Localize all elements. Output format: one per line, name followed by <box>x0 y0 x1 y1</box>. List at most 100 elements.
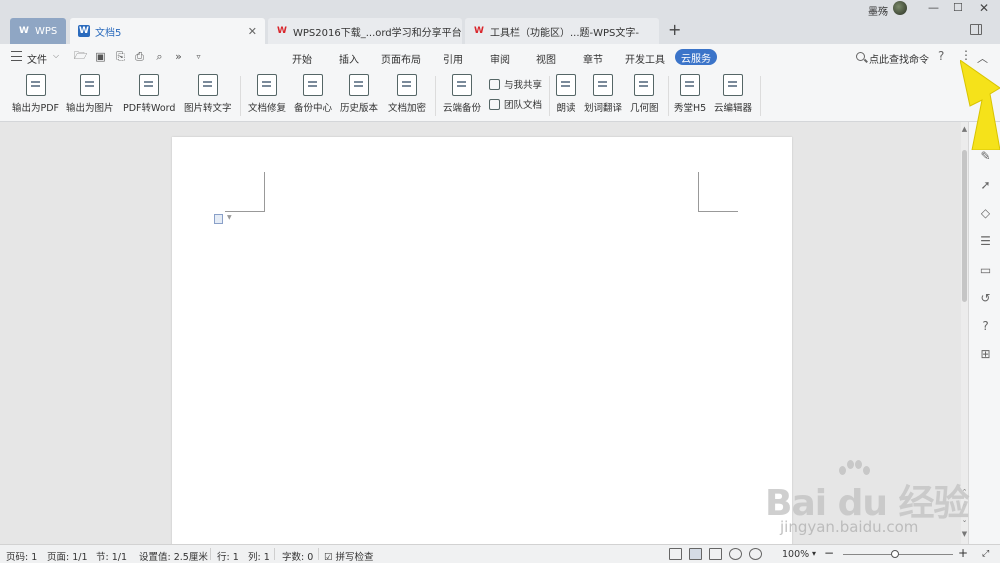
status-word-count[interactable]: 字数: 0 <box>282 549 313 563</box>
tab-references[interactable]: 引用 <box>443 51 463 66</box>
scrollbar-thumb[interactable] <box>962 150 967 302</box>
menu-file[interactable]: 文件 <box>27 51 47 66</box>
status-page-number[interactable]: 页码: 1 <box>6 549 37 563</box>
archive-icon[interactable]: ▭ <box>979 263 992 277</box>
tab-home[interactable]: 开始 <box>292 51 312 66</box>
scroll-down-icon[interactable]: ▼ <box>961 530 968 538</box>
fullscreen-icon[interactable] <box>669 548 682 560</box>
tab-cloud-service[interactable]: 云服务 <box>675 49 717 65</box>
user-name[interactable]: 墨殇 <box>868 3 888 18</box>
new-tab-button[interactable]: + <box>668 20 681 39</box>
geometry-button[interactable]: 几何图 <box>630 74 659 114</box>
tab-label: WPS <box>35 25 58 37</box>
paste-options-icon[interactable] <box>214 214 223 224</box>
print-icon[interactable]: ⎙ <box>133 50 146 63</box>
chevron-down-icon[interactable]: ▼ <box>227 214 232 221</box>
close-window-button[interactable]: ✕ <box>979 1 989 15</box>
status-row[interactable]: 行: 1 <box>217 549 239 563</box>
tab-chapter[interactable]: 章节 <box>583 51 603 66</box>
pointer-arrow-icon <box>960 60 1000 150</box>
zoom-in-button[interactable]: + <box>958 546 968 560</box>
zoom-level[interactable]: 100% <box>782 549 809 560</box>
zoom-dropdown-icon[interactable]: ▾ <box>812 549 816 558</box>
tab-developer[interactable]: 开发工具 <box>625 51 665 66</box>
word-translate-button[interactable]: 划词翻译 <box>584 74 622 114</box>
shared-with-me-button[interactable]: 与我共享 <box>489 77 542 91</box>
avatar[interactable] <box>893 1 907 15</box>
title-bar: W WPS W 文档5 ✕ W WPS2016下载_...ord学习和分享平台 … <box>0 0 1000 44</box>
ribbon-divider <box>549 76 550 116</box>
document-repair-button[interactable]: 文档修复 <box>248 74 286 114</box>
tab-review[interactable]: 审阅 <box>490 51 510 66</box>
export-pdf-icon[interactable]: ⎘ <box>114 50 127 63</box>
history-version-button[interactable]: 历史版本 <box>340 74 378 114</box>
shapes-icon[interactable]: ◇ <box>979 206 992 220</box>
customize-toolbar-icon[interactable]: ▿ <box>192 50 205 63</box>
read-aloud-button[interactable]: 朗读 <box>556 74 576 114</box>
tab-webpage-toolbar[interactable]: W 工具栏（功能区）...题-WPS文字- <box>465 18 659 44</box>
adjust-sliders-icon[interactable]: ☰ <box>979 234 992 248</box>
maximize-button[interactable]: ☐ <box>953 1 963 14</box>
document-page[interactable]: ▼ <box>172 137 792 547</box>
pdf-to-word-button[interactable]: PDF转Word <box>123 74 175 114</box>
export-image-icon <box>79 74 100 96</box>
print-preview-icon[interactable]: ⌕ <box>153 50 166 63</box>
close-tab-icon[interactable]: ✕ <box>248 25 257 38</box>
xiutang-h5-button[interactable]: 秀堂H5 <box>674 74 706 114</box>
status-bar: 页码: 1 页面: 1/1 节: 1/1 设置值: 2.5厘米 行: 1 列: … <box>0 544 1000 563</box>
tab-insert[interactable]: 插入 <box>339 51 359 66</box>
cursor-select-icon[interactable]: ➚ <box>979 178 992 192</box>
status-pages[interactable]: 页面: 1/1 <box>47 549 88 563</box>
search-icon[interactable] <box>856 52 865 61</box>
help-circle-icon[interactable]: ? <box>979 319 992 333</box>
apps-grid-icon[interactable]: ⊞ <box>979 347 992 361</box>
margin-marker-top-right <box>698 172 738 212</box>
tab-webpage-wps2016[interactable]: W WPS2016下载_...ord学习和分享平台 <box>268 18 462 44</box>
team-documents-button[interactable]: 团队文档 <box>489 97 542 111</box>
status-divider <box>274 548 275 560</box>
spell-check-button[interactable]: ☑ 拼写检查 <box>324 549 374 563</box>
ribbon-divider <box>760 76 761 116</box>
sidebar-toggle-icon[interactable] <box>970 24 982 35</box>
chevron-down-icon[interactable]: ⌵ <box>53 51 59 61</box>
zoom-fit-icon[interactable]: ⤢ <box>982 549 989 559</box>
status-section[interactable]: 节: 1/1 <box>96 549 127 563</box>
pen-icon[interactable]: ✎ <box>979 149 992 163</box>
baidu-jingyan-watermark: Bai du 经验 jingyan.baidu.com <box>740 460 970 540</box>
cloud-backup-button[interactable]: 云端备份 <box>443 74 481 114</box>
tab-wps-home[interactable]: W WPS <box>10 18 66 44</box>
web-view-icon[interactable] <box>729 548 742 560</box>
cloud-editor-button[interactable]: 云编辑器 <box>714 74 752 114</box>
wps-red-icon: W <box>277 26 287 36</box>
reading-mode-icon[interactable] <box>749 548 762 560</box>
page-view-icon[interactable] <box>689 548 702 560</box>
tab-document-5[interactable]: W 文档5 ✕ <box>70 18 265 44</box>
export-image-button[interactable]: 输出为图片 <box>66 74 114 114</box>
export-pdf-button[interactable]: 输出为PDF <box>12 74 59 114</box>
export-pdf-icon <box>25 74 46 96</box>
outline-view-icon[interactable] <box>709 548 722 560</box>
open-folder-icon[interactable]: 🗁 <box>74 49 88 63</box>
tab-page-layout[interactable]: 页面布局 <box>381 51 421 66</box>
lock-document-icon <box>397 74 417 96</box>
image-to-text-button[interactable]: 图片转文字 <box>184 74 232 114</box>
more-tools-icon[interactable]: » <box>172 50 185 63</box>
tab-view[interactable]: 视图 <box>536 51 556 66</box>
help-icon[interactable]: ? <box>938 49 944 63</box>
status-column[interactable]: 列: 1 <box>248 549 270 563</box>
zoom-out-button[interactable]: − <box>824 546 834 560</box>
save-icon[interactable]: ▣ <box>94 50 107 63</box>
hamburger-menu-icon[interactable] <box>11 51 22 61</box>
backup-center-icon <box>303 74 323 96</box>
document-encrypt-button[interactable]: 文档加密 <box>388 74 426 114</box>
cloud-backup-icon <box>452 74 472 96</box>
spell-check-icon: ☑ <box>324 552 336 563</box>
history-icon[interactable]: ↺ <box>979 291 992 305</box>
backup-center-button[interactable]: 备份中心 <box>294 74 332 114</box>
image-to-text-icon <box>197 74 218 96</box>
zoom-slider-thumb[interactable] <box>891 550 899 558</box>
pdf-to-word-icon <box>139 74 160 96</box>
minimize-button[interactable]: — <box>928 1 939 14</box>
command-search[interactable]: 点此查找命令 <box>869 51 929 66</box>
status-setting-value[interactable]: 设置值: 2.5厘米 <box>139 549 208 563</box>
